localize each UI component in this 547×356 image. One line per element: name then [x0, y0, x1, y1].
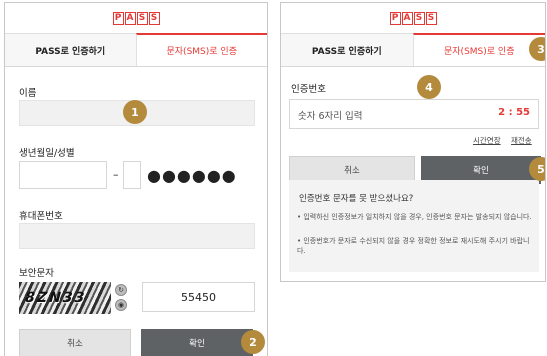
- code-label: 인증번호: [291, 84, 326, 95]
- help-line-1: • 입력하신 인증정보가 일치하지 않을 경우, 인증번호 문자는 발송되지 않…: [297, 213, 532, 221]
- cancel-button[interactable]: 취소: [19, 329, 131, 356]
- code-placeholder: 숫자 6자리 입력: [298, 111, 363, 122]
- captcha-audio-icon[interactable]: ◉: [115, 299, 127, 311]
- captcha-input[interactable]: 55450: [142, 282, 255, 312]
- phone-input[interactable]: [19, 223, 255, 249]
- auth-tabs: PASS로 인증하기 문자(SMS)로 인증: [5, 33, 267, 67]
- pass-logo-bar: P A S S: [5, 3, 267, 33]
- captcha-image: 8ZN33: [19, 282, 111, 314]
- auth-tabs: PASS로 인증하기 문자(SMS)로 인증: [281, 33, 545, 67]
- sms-auth-form-panel: P A S S PASS로 인증하기 문자(SMS)로 인증 이름 생년월일/성…: [4, 2, 268, 356]
- pass-logo-bar: P A S S: [281, 3, 545, 33]
- birth-separator: –: [113, 168, 119, 181]
- logo-letter: S: [148, 11, 160, 25]
- phone-label: 휴대폰번호: [19, 211, 63, 222]
- logo-letter: P: [112, 11, 124, 25]
- captcha-refresh-icon[interactable]: ↻: [115, 284, 127, 296]
- logo-letter: S: [136, 11, 148, 25]
- resend-link[interactable]: 재전송: [511, 135, 532, 146]
- step-badge-1: 1: [123, 100, 147, 124]
- extend-time-link[interactable]: 시간연장: [473, 135, 501, 146]
- logo-letter: S: [413, 11, 425, 25]
- confirm-button[interactable]: 확인: [141, 329, 253, 356]
- tab-sms-auth[interactable]: 문자(SMS)로 인증: [135, 33, 267, 66]
- tab-pass-auth[interactable]: PASS로 인증하기: [281, 33, 413, 66]
- pass-logo: P A S S: [112, 11, 160, 25]
- help-line-2: • 인증번호가 문자로 수신되지 않을 경우 정확한 정보로 재시도해 주시기 …: [297, 237, 530, 255]
- name-label: 이름: [19, 88, 37, 99]
- birthdate-input[interactable]: [19, 161, 107, 189]
- masked-digits: ●●●●●●: [147, 166, 237, 185]
- step-badge-5: 5: [529, 157, 545, 181]
- sms-code-panel: P A S S PASS로 인증하기 문자(SMS)로 인증 인증번호 숫자 6…: [280, 2, 546, 282]
- logo-letter: A: [401, 11, 413, 25]
- help-title: 인증번호 문자를 못 받으셨나요?: [299, 194, 414, 204]
- birth-gender-label: 생년월일/성별: [19, 148, 75, 159]
- tab-pass-auth[interactable]: PASS로 인증하기: [5, 33, 136, 66]
- captcha-image-text: 8ZN33: [22, 290, 89, 306]
- step-badge-3: 3: [529, 37, 545, 61]
- logo-letter: S: [425, 11, 437, 25]
- countdown-timer: 2 : 55: [498, 107, 530, 118]
- step-badge-4: 4: [417, 75, 441, 99]
- pass-logo: P A S S: [389, 11, 437, 25]
- help-notice-box: 인증번호 문자를 못 받으셨나요? • 입력하신 인증정보가 일치하지 않을 경…: [289, 180, 539, 272]
- logo-letter: P: [389, 11, 401, 25]
- tab-sms-auth[interactable]: 문자(SMS)로 인증: [412, 33, 545, 66]
- gender-digit-input[interactable]: [123, 161, 141, 189]
- code-input[interactable]: 숫자 6자리 입력 2 : 55: [289, 99, 539, 129]
- captcha-label: 보안문자: [19, 268, 54, 279]
- logo-letter: A: [124, 11, 136, 25]
- step-badge-2: 2: [241, 330, 265, 354]
